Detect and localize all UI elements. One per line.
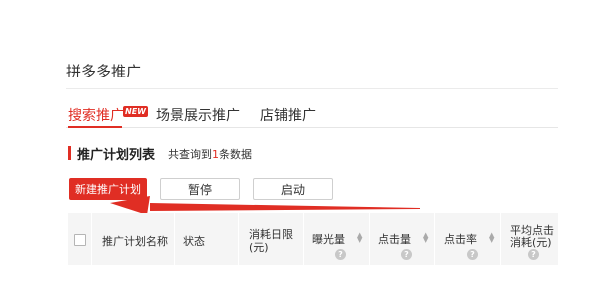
result-count-number: 1 (212, 148, 219, 161)
sort-arrows-icon[interactable]: ▲ ▼ (357, 232, 362, 244)
column-header-plan-name: 推广计划名称 (102, 235, 168, 248)
column-divider (434, 213, 435, 265)
section-accent-bar (68, 146, 71, 160)
result-count: 共查询到1条数据 (168, 146, 252, 162)
question-mark-icon[interactable]: ? (335, 249, 346, 260)
pause-button[interactable]: 暂停 (160, 178, 240, 200)
select-all-checkbox[interactable] (74, 234, 86, 246)
column-header-clicks[interactable]: 点击量 (378, 231, 411, 247)
column-header-ctr[interactable]: 点击率 (444, 231, 477, 247)
question-mark-icon[interactable]: ? (467, 249, 478, 260)
column-header-daily-limit-unit: (元) (249, 241, 269, 254)
result-count-prefix: 共查询到 (168, 148, 212, 161)
arrow-shaft (150, 203, 420, 211)
new-badge: NEW (123, 106, 148, 117)
tab-scene-display-promotion[interactable]: 场景展示推广 (156, 105, 240, 125)
tab-search-promotion[interactable]: 搜索推广 (68, 105, 124, 125)
tab-search-promotion-label: 搜索推广 (68, 108, 124, 124)
column-divider (238, 213, 239, 265)
result-count-suffix: 条数据 (219, 148, 252, 161)
title-divider (66, 88, 558, 89)
table-header: 推广计划名称 状态 消耗日限 (元) 曝光量 ▲ ▼ ? 点击量 ▲ ▼ ? 点击率… (68, 213, 558, 265)
column-divider (500, 213, 501, 265)
sort-arrows-icon[interactable]: ▲ ▼ (423, 232, 428, 244)
sort-arrows-icon[interactable]: ▲ ▼ (489, 232, 494, 244)
section-title: 推广计划列表 (77, 148, 156, 163)
column-divider (303, 213, 304, 265)
column-header-avg-cpc-unit: 消耗(元) (510, 236, 552, 249)
column-divider (369, 213, 370, 265)
tabs-divider (66, 127, 558, 128)
column-divider (91, 213, 92, 265)
column-divider (174, 213, 175, 265)
tab-store-promotion[interactable]: 店铺推广 (260, 105, 316, 125)
question-mark-icon[interactable]: ? (401, 249, 412, 260)
page-title: 拼多多推广 (66, 63, 142, 77)
start-button[interactable]: 启动 (253, 178, 333, 200)
active-tab-indicator (68, 126, 122, 128)
column-header-impressions[interactable]: 曝光量 (312, 231, 345, 247)
create-plan-button[interactable]: 新建推广计划 (69, 178, 147, 200)
question-mark-icon[interactable]: ? (528, 249, 539, 260)
column-header-status: 状态 (183, 235, 205, 248)
